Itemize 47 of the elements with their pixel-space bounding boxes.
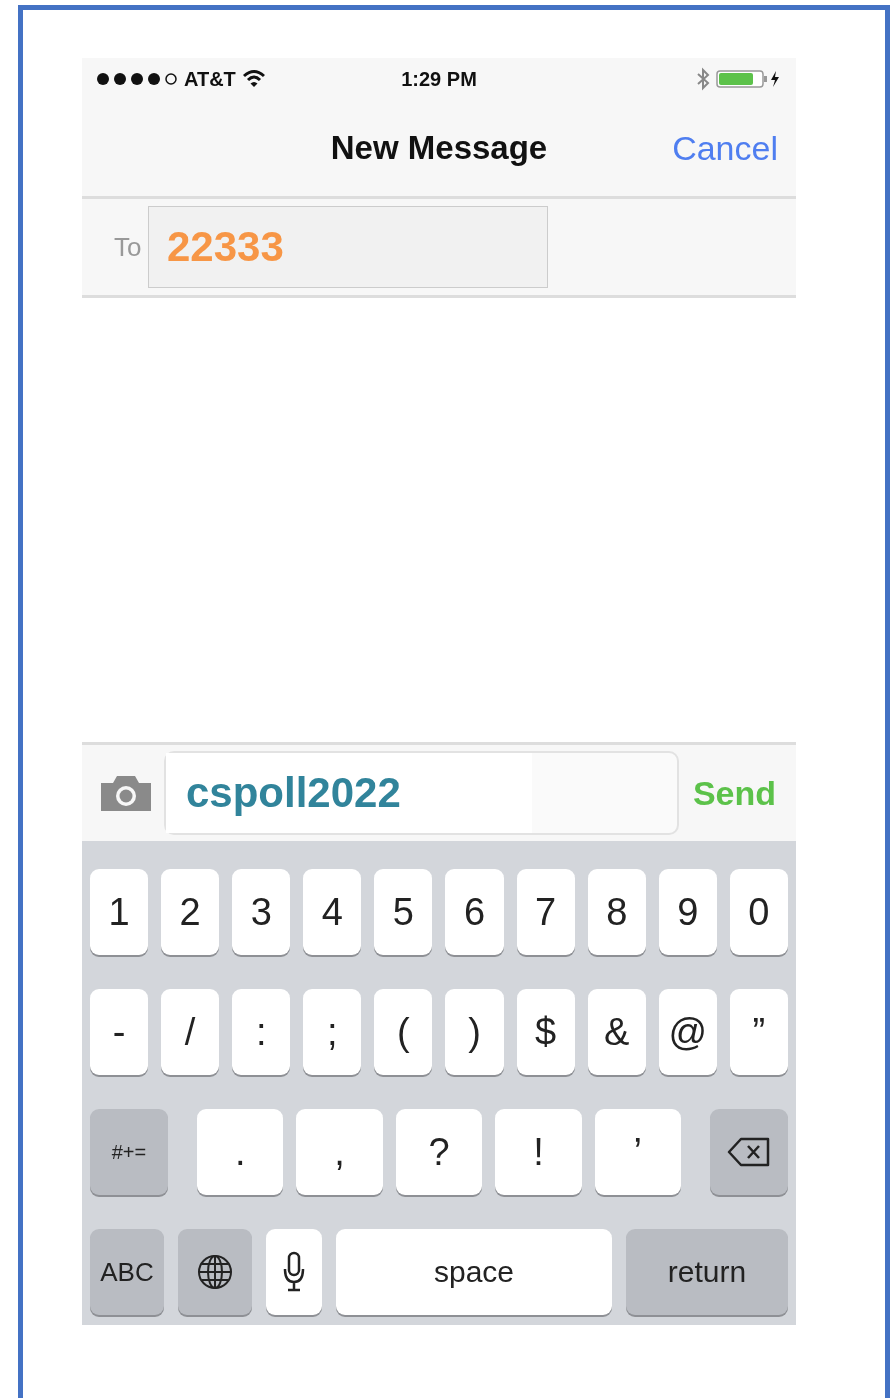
key[interactable]: : <box>232 989 291 1075</box>
key[interactable]: 1 <box>90 869 149 955</box>
symbols-key[interactable]: #+= <box>90 1109 168 1195</box>
key[interactable]: ? <box>395 1109 483 1195</box>
key[interactable]: ! <box>495 1109 582 1195</box>
status-time: 1:29 PM <box>401 67 477 91</box>
backspace-key[interactable] <box>710 1109 789 1195</box>
wifi-icon <box>241 69 266 89</box>
camera-icon[interactable] <box>98 773 154 813</box>
return-key[interactable]: return <box>626 1229 788 1315</box>
key[interactable]: 2 <box>161 869 220 955</box>
abc-key[interactable]: ABC <box>90 1229 164 1315</box>
microphone-icon <box>283 1251 305 1293</box>
key[interactable]: & <box>587 989 646 1075</box>
signal-strength-icon <box>96 72 178 86</box>
key[interactable]: 7 <box>516 869 575 955</box>
message-field[interactable]: cspoll2022 <box>164 751 679 835</box>
key[interactable]: - <box>90 989 149 1075</box>
globe-icon <box>197 1254 233 1290</box>
dictation-key[interactable] <box>266 1229 322 1315</box>
key[interactable]: 3 <box>232 869 291 955</box>
key[interactable]: 9 <box>658 869 717 955</box>
space-key[interactable]: space <box>336 1229 612 1315</box>
key[interactable]: / <box>161 989 220 1075</box>
key[interactable]: 6 <box>445 869 504 955</box>
key[interactable]: ” <box>729 989 788 1075</box>
key[interactable]: 5 <box>374 869 433 955</box>
key[interactable]: 4 <box>303 869 362 955</box>
key[interactable]: 0 <box>729 869 788 955</box>
key[interactable]: . <box>197 1109 284 1195</box>
cancel-button[interactable]: Cancel <box>672 128 778 168</box>
key[interactable]: @ <box>658 989 717 1075</box>
bluetooth-icon <box>696 67 710 91</box>
battery-charging-icon <box>716 69 782 89</box>
screen-title: New Message <box>330 129 548 167</box>
globe-key[interactable] <box>178 1229 252 1315</box>
key[interactable]: ; <box>303 989 362 1075</box>
carrier-name: AT&T <box>184 67 236 91</box>
key[interactable]: ’ <box>594 1109 682 1195</box>
to-label: To <box>114 231 143 263</box>
message-text: cspoll2022 <box>166 753 532 833</box>
key[interactable]: $ <box>516 989 575 1075</box>
key[interactable]: ( <box>374 989 433 1075</box>
key[interactable]: , <box>296 1109 383 1195</box>
backspace-icon <box>727 1137 772 1167</box>
key[interactable]: ) <box>445 989 504 1075</box>
key[interactable]: 8 <box>587 869 646 955</box>
